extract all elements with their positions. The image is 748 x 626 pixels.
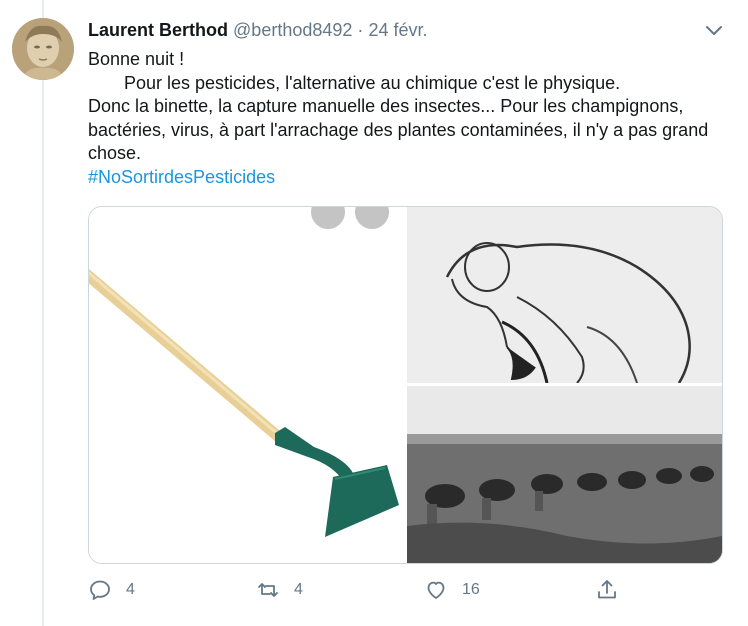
share-icon — [598, 580, 616, 599]
reply-button[interactable]: 4 — [88, 575, 135, 605]
tweet-header: Laurent Berthod @berthod8492 · 24 févr. — [88, 18, 427, 42]
field-workers-image[interactable] — [407, 386, 722, 563]
sketch-image[interactable] — [407, 207, 722, 383]
media-grid — [88, 206, 723, 564]
share-button[interactable] — [595, 575, 619, 605]
hashtag-link[interactable]: #NoSortirdesPesticides — [88, 167, 275, 187]
reply-icon — [90, 580, 110, 600]
retweet-icon — [258, 583, 278, 597]
thread-line — [42, 0, 44, 626]
retweet-count: 4 — [294, 581, 303, 598]
like-count: 16 — [462, 581, 480, 598]
tweet-line: Donc la binette, la capture manuelle des… — [88, 96, 709, 163]
display-name[interactable]: Laurent Berthod — [88, 20, 228, 40]
avatar[interactable] — [12, 18, 74, 80]
separator-dot: · — [357, 20, 364, 40]
hoe-image[interactable] — [89, 207, 404, 563]
action-bar: 4 4 16 — [88, 575, 728, 605]
like-button[interactable]: 16 — [424, 575, 480, 605]
chevron-down-icon[interactable] — [702, 18, 726, 42]
tweet-text: Bonne nuit ! Pour les pesticides, l'alte… — [88, 48, 738, 189]
tweet-line: Pour les pesticides, l'alternative au ch… — [124, 72, 621, 93]
reply-count: 4 — [126, 581, 135, 598]
retweet-button[interactable]: 4 — [256, 575, 303, 605]
user-handle[interactable]: @berthod8492 — [233, 20, 352, 40]
heart-icon — [427, 581, 445, 599]
tweet-line: Bonne nuit ! — [88, 49, 185, 69]
tweet-date[interactable]: 24 févr. — [368, 20, 427, 40]
